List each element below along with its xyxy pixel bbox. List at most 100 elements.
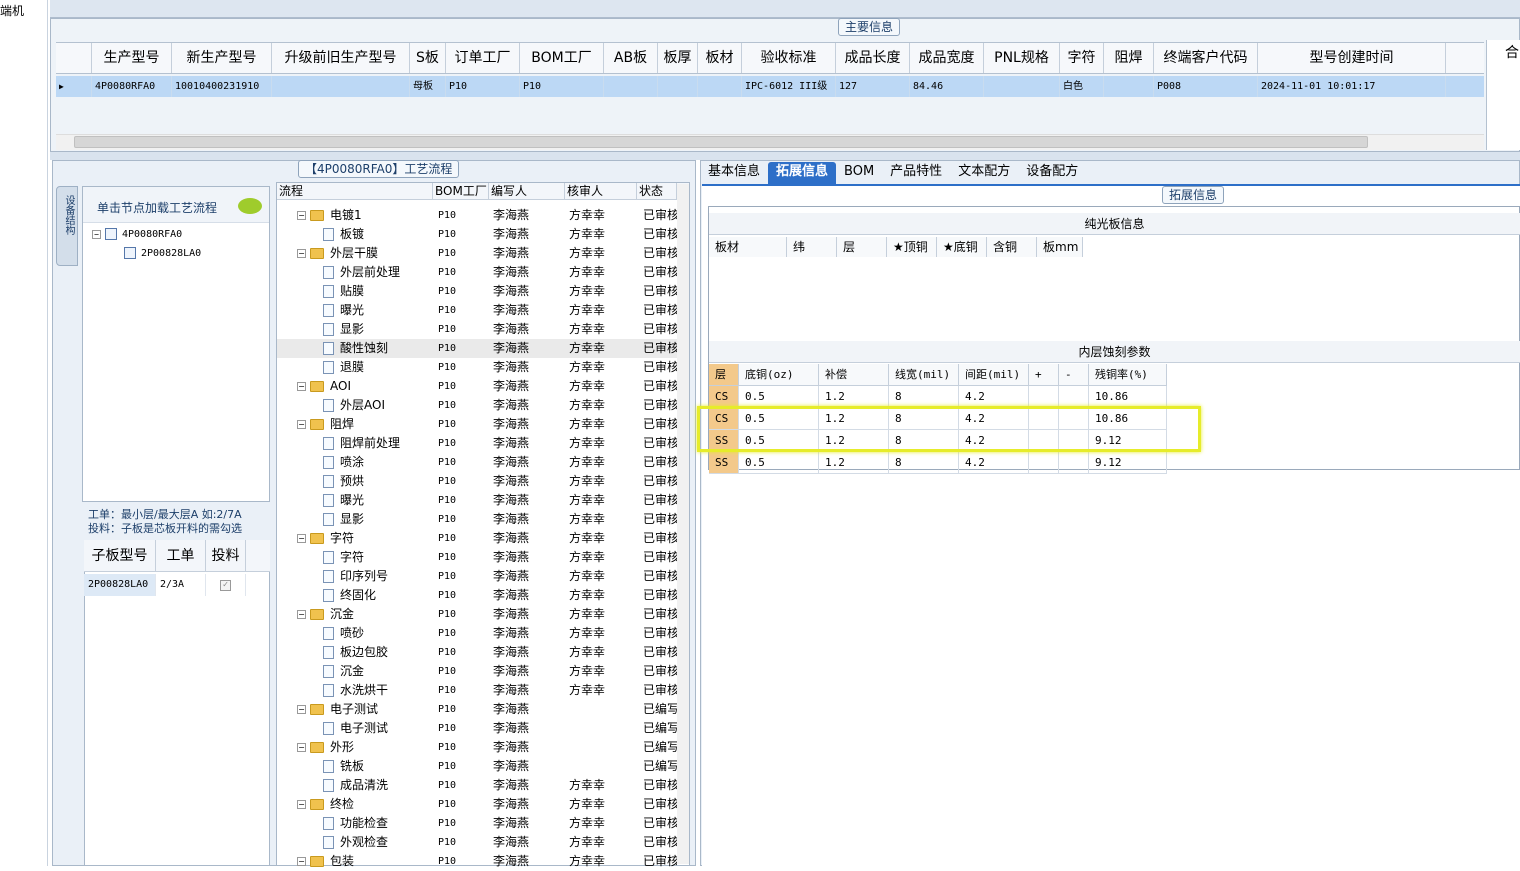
- process-vscroll[interactable]: [677, 184, 689, 864]
- etch-cell[interactable]: 8: [889, 452, 959, 474]
- main-col-header[interactable]: 板材: [698, 43, 742, 73]
- process-row[interactable]: 阻焊前处理 P10 李海燕 方幸幸 已审核: [277, 434, 677, 453]
- main-col-header[interactable]: 终端客户代码: [1154, 43, 1258, 73]
- tab-item[interactable]: 产品特性: [882, 162, 950, 184]
- process-row[interactable]: 终固化 P10 李海燕 方幸幸 已审核: [277, 586, 677, 605]
- etch-cell[interactable]: 8: [889, 386, 959, 408]
- main-cell[interactable]: [658, 76, 698, 97]
- etch-cell[interactable]: 4.2: [959, 452, 1029, 474]
- collapse-icon[interactable]: −: [297, 610, 306, 619]
- main-cell[interactable]: 母板: [410, 76, 446, 97]
- process-row[interactable]: 沉金 P10 李海燕 方幸幸 已审核: [277, 662, 677, 681]
- collapse-icon[interactable]: −: [297, 857, 306, 866]
- main-col-header[interactable]: 订单工厂: [446, 43, 520, 73]
- process-row[interactable]: 显影 P10 李海燕 方幸幸 已审核: [277, 510, 677, 529]
- etch-cell[interactable]: 1.2: [819, 452, 889, 474]
- process-row[interactable]: − 外层干膜 P10 李海燕 方幸幸 已审核: [277, 244, 677, 263]
- feed-checkbox[interactable]: ✓: [220, 580, 231, 591]
- process-row[interactable]: 字符 P10 李海燕 方幸幸 已审核: [277, 548, 677, 567]
- process-row[interactable]: 喷涂 P10 李海燕 方幸幸 已审核: [277, 453, 677, 472]
- main-cell[interactable]: 4P0080RFA0: [92, 76, 172, 97]
- etch-cell[interactable]: CS: [709, 386, 739, 408]
- etch-cell[interactable]: 4.2: [959, 386, 1029, 408]
- main-col-header[interactable]: S板: [410, 43, 446, 73]
- process-row[interactable]: 成品清洗 P10 李海燕 方幸幸 已审核: [277, 776, 677, 795]
- process-row[interactable]: 水洗烘干 P10 李海燕 方幸幸 已审核: [277, 681, 677, 700]
- process-row[interactable]: 功能检查 P10 李海燕 方幸幸 已审核: [277, 814, 677, 833]
- main-col-header[interactable]: AB板: [604, 43, 658, 73]
- tab-item[interactable]: BOM: [836, 162, 882, 184]
- main-col-header[interactable]: 新生产型号: [172, 43, 272, 73]
- main-col-header[interactable]: 升级前旧生产型号: [272, 43, 410, 73]
- collapse-icon[interactable]: −: [297, 420, 306, 429]
- etch-cell[interactable]: SS: [709, 452, 739, 474]
- main-cell[interactable]: 10010400231910: [172, 76, 272, 97]
- main-col-header[interactable]: 生产型号: [92, 43, 172, 73]
- process-row[interactable]: − AOI P10 李海燕 方幸幸 已审核: [277, 377, 677, 396]
- etch-row[interactable]: SS 0.5 1.2 8 4.2 9.12: [709, 452, 1167, 474]
- etch-cell[interactable]: 0.5: [739, 386, 819, 408]
- main-cell[interactable]: 2024-11-01 10:01:17: [1258, 76, 1446, 97]
- process-row[interactable]: − 包装 P10 李海燕 方幸幸 已审核: [277, 852, 677, 871]
- tree-node-child[interactable]: 2P00828LA0: [124, 247, 201, 259]
- main-cell[interactable]: 白色: [1060, 76, 1104, 97]
- etch-cell[interactable]: 9.12: [1089, 452, 1167, 474]
- main-cell[interactable]: IPC-6012 III级: [742, 76, 836, 97]
- process-row[interactable]: 预烘 P10 李海燕 方幸幸 已审核: [277, 472, 677, 491]
- collapse-icon[interactable]: −: [92, 229, 101, 239]
- process-row[interactable]: 铣板 P10 李海燕 已编写: [277, 757, 677, 776]
- process-row[interactable]: − 字符 P10 李海燕 方幸幸 已审核: [277, 529, 677, 548]
- main-col-header[interactable]: 成品宽度: [910, 43, 984, 73]
- process-row[interactable]: 外层前处理 P10 李海燕 方幸幸 已审核: [277, 263, 677, 282]
- main-cell[interactable]: P10: [446, 76, 520, 97]
- process-row[interactable]: 退膜 P10 李海燕 方幸幸 已审核: [277, 358, 677, 377]
- process-row[interactable]: 板边包胶 P10 李海燕 方幸幸 已审核: [277, 643, 677, 662]
- process-row[interactable]: − 电子测试 P10 李海燕 已编写: [277, 700, 677, 719]
- process-row[interactable]: 外观检查 P10 李海燕 方幸幸 已审核: [277, 833, 677, 852]
- etch-cell[interactable]: 10.86: [1089, 386, 1167, 408]
- collapse-icon[interactable]: −: [297, 534, 306, 543]
- horizontal-splitter[interactable]: [50, 152, 1520, 160]
- main-col-header[interactable]: PNL规格: [984, 43, 1060, 73]
- subboard-cell-order[interactable]: 2/3A: [156, 574, 206, 596]
- process-row[interactable]: 酸性蚀刻 P10 李海燕 方幸幸 已审核: [277, 339, 677, 358]
- main-col-header[interactable]: 成品长度: [836, 43, 910, 73]
- tab-item[interactable]: 设备配方: [1018, 162, 1086, 184]
- main-col-header[interactable]: 阻焊: [1104, 43, 1154, 73]
- subboard-row[interactable]: 2P00828LA0 2/3A ✓: [84, 574, 270, 596]
- process-row[interactable]: − 电镀1 P10 李海燕 方幸幸 已审核: [277, 206, 677, 225]
- collapse-icon[interactable]: −: [297, 705, 306, 714]
- main-col-header[interactable]: 板厚: [658, 43, 698, 73]
- subboard-cell-feed[interactable]: ✓: [206, 574, 246, 596]
- process-row[interactable]: − 阻焊 P10 李海燕 方幸幸 已审核: [277, 415, 677, 434]
- main-col-header[interactable]: 字符: [1060, 43, 1104, 73]
- main-cell[interactable]: [272, 76, 410, 97]
- process-row[interactable]: 喷砂 P10 李海燕 方幸幸 已审核: [277, 624, 677, 643]
- etch-cell[interactable]: 1.2: [819, 386, 889, 408]
- process-row[interactable]: 印序列号 P10 李海燕 方幸幸 已审核: [277, 567, 677, 586]
- tab-item[interactable]: 拓展信息: [768, 162, 837, 184]
- process-row[interactable]: 贴膜 P10 李海燕 方幸幸 已审核: [277, 282, 677, 301]
- collapse-icon[interactable]: −: [297, 743, 306, 752]
- process-row[interactable]: 电子测试 P10 李海燕 已编写: [277, 719, 677, 738]
- main-col-header[interactable]: BOM工厂: [520, 43, 604, 73]
- process-row[interactable]: 板镀 P10 李海燕 方幸幸 已审核: [277, 225, 677, 244]
- main-cell[interactable]: 127: [836, 76, 910, 97]
- process-row[interactable]: − 终检 P10 李海燕 方幸幸 已审核: [277, 795, 677, 814]
- tab-item[interactable]: 基本信息: [700, 162, 768, 184]
- tab-item[interactable]: 文本配方: [950, 162, 1018, 184]
- main-cell[interactable]: P10: [520, 76, 604, 97]
- collapse-icon[interactable]: −: [297, 382, 306, 391]
- etch-cell[interactable]: 0.5: [739, 452, 819, 474]
- main-col-header[interactable]: 验收标准: [742, 43, 836, 73]
- collapse-icon[interactable]: −: [297, 249, 306, 258]
- collapse-icon[interactable]: −: [297, 211, 306, 220]
- process-row[interactable]: − 沉金 P10 李海燕 方幸幸 已审核: [277, 605, 677, 624]
- device-structure-tab[interactable]: 设备结构: [56, 186, 78, 266]
- etch-cell[interactable]: [1059, 452, 1089, 474]
- process-row[interactable]: 外层AOI P10 李海燕 方幸幸 已审核: [277, 396, 677, 415]
- main-cell[interactable]: [698, 76, 742, 97]
- main-cell[interactable]: [984, 76, 1060, 97]
- main-cell[interactable]: P008: [1154, 76, 1258, 97]
- process-row[interactable]: 显影 P10 李海燕 方幸幸 已审核: [277, 320, 677, 339]
